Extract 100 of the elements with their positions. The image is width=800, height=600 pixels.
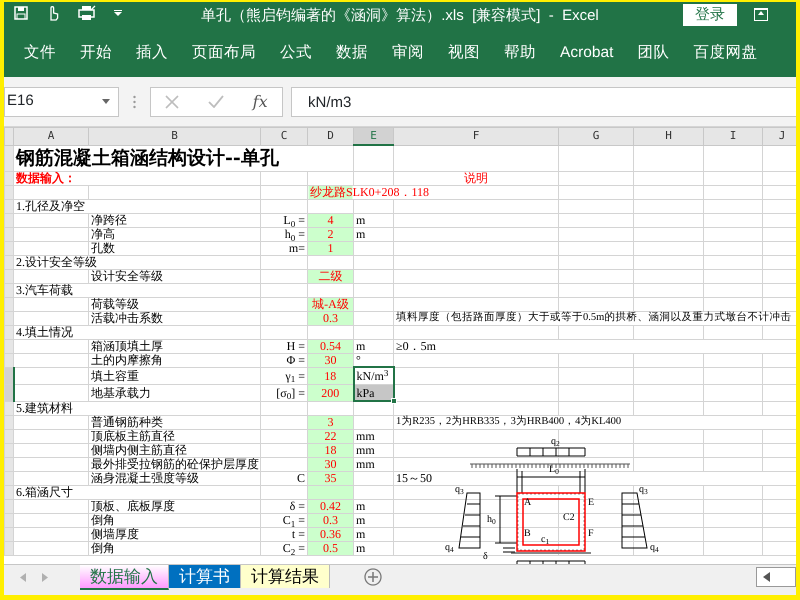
ribbon-tab[interactable]: 审阅 bbox=[380, 40, 436, 64]
symbol-label: δ = bbox=[260, 499, 308, 514]
diagram-label: C2 bbox=[563, 512, 575, 523]
parameter-name: 倒角 bbox=[88, 541, 260, 556]
name-box[interactable]: E16 bbox=[4, 86, 119, 117]
parameter-name: 地基承载力 bbox=[88, 384, 260, 402]
input-value: 4 bbox=[308, 213, 354, 228]
ribbon-tab[interactable]: 插入 bbox=[124, 40, 180, 64]
input-value: 200 bbox=[308, 384, 354, 402]
ribbon-tab[interactable]: 数据 bbox=[324, 40, 380, 64]
ribbon-tab[interactable]: 百度网盘 bbox=[681, 40, 770, 64]
column-header[interactable]: F bbox=[394, 127, 558, 146]
column-header[interactable]: J bbox=[762, 127, 796, 146]
insert-function-button[interactable]: fx bbox=[252, 90, 268, 114]
unit-label: kN/m$^{3}$ bbox=[354, 367, 394, 384]
parameter-name: 顶底板主筋直径 bbox=[88, 429, 260, 444]
symbol-label: C$_{2}$ = bbox=[260, 541, 308, 556]
input-value: 0.36 bbox=[308, 527, 354, 542]
symbol-label: C$_{1}$ = bbox=[260, 513, 308, 528]
input-value: 0.42 bbox=[308, 499, 354, 514]
sheet-tab[interactable]: 计算结果 bbox=[241, 565, 330, 588]
unit-label: m bbox=[354, 213, 394, 228]
column-header[interactable]: I bbox=[704, 127, 762, 146]
sheet-tab[interactable]: 计算书 bbox=[169, 565, 241, 588]
ribbon-tab[interactable]: 开始 bbox=[68, 40, 124, 64]
section-heading: 3.汽车荷载 bbox=[14, 283, 260, 298]
diagram-label: q$_{2}$ bbox=[551, 436, 560, 447]
input-value: 0.3 bbox=[308, 513, 354, 528]
unit-label: m bbox=[354, 541, 394, 556]
column-header[interactable]: E bbox=[354, 127, 394, 146]
diagram-label: E bbox=[588, 498, 594, 508]
notes-heading: 说明 bbox=[394, 171, 558, 186]
formula-input[interactable]: kN/m3 bbox=[291, 86, 796, 117]
parameter-name: 涵身混凝土强度等级 bbox=[88, 471, 260, 486]
caret-icon[interactable] bbox=[102, 99, 110, 104]
input-value: 22 bbox=[308, 429, 354, 444]
input-value: 二级 bbox=[308, 269, 354, 284]
input-value: 0.54 bbox=[308, 339, 354, 354]
column-header[interactable]: A bbox=[14, 127, 88, 146]
sheet-title: 钢筋混凝土箱涵结构设计--单孔 bbox=[14, 145, 354, 172]
parameter-name: 活载冲击系数 bbox=[88, 311, 260, 326]
column-header[interactable]: C bbox=[260, 127, 308, 146]
unit-label: m bbox=[354, 527, 394, 542]
ribbon-tab[interactable]: 公式 bbox=[268, 40, 324, 64]
diagram-label: q$_{4}$ bbox=[445, 542, 454, 553]
symbol-label: H = bbox=[260, 339, 308, 354]
symbol-label: Φ = bbox=[260, 353, 308, 368]
ribbon-tab[interactable]: 视图 bbox=[436, 40, 492, 64]
input-value: 18 bbox=[308, 443, 354, 458]
input-heading: 数据输入： bbox=[14, 171, 260, 186]
diagram-label: A bbox=[524, 498, 532, 508]
diagram-label: L$_{0}$ bbox=[549, 464, 559, 475]
unit-label: m bbox=[354, 227, 394, 242]
column-header[interactable]: B bbox=[88, 127, 260, 146]
parameter-name: 设计安全等级 bbox=[88, 269, 260, 284]
section-heading: 1.孔径及净空 bbox=[14, 199, 260, 214]
diagram-label: q$_{3}$ bbox=[639, 484, 648, 495]
input-value: 3 bbox=[308, 415, 354, 430]
input-value: 0.3 bbox=[308, 311, 354, 326]
diagram-label: c$_{1}$ bbox=[541, 534, 550, 545]
input-value: 0.5 bbox=[308, 541, 354, 556]
unit-label: m bbox=[354, 339, 394, 354]
column-header[interactable]: H bbox=[634, 127, 704, 146]
horizontal-scrollbar[interactable] bbox=[756, 567, 796, 588]
unit-label: mm bbox=[354, 457, 394, 472]
note-text: 填料厚度（包括路面厚度）大于或等于0.5m的拱桥、涵洞以及重力式墩台不计冲击 bbox=[394, 311, 796, 326]
ribbon-tab[interactable]: 团队 bbox=[625, 40, 682, 64]
sheet-tab[interactable]: 数据输入 bbox=[80, 565, 169, 590]
save-icon[interactable] bbox=[14, 6, 28, 20]
ribbon-tab[interactable]: Acrobat bbox=[548, 40, 626, 64]
ribbon-tab[interactable]: 帮助 bbox=[492, 40, 548, 64]
diagram-label: q$_{4}$ bbox=[650, 542, 659, 553]
input-value: 30 bbox=[308, 353, 354, 368]
section-heading: 6.箱涵尺寸 bbox=[14, 485, 260, 500]
column-header[interactable]: G bbox=[558, 127, 634, 146]
station-label: 纱龙路SLK0+208．118 bbox=[308, 185, 558, 200]
ribbon-tab[interactable]: 文件 bbox=[12, 40, 68, 64]
parameter-name: 净跨径 bbox=[88, 213, 260, 228]
vertical-dots-icon[interactable] bbox=[133, 94, 136, 109]
check-icon[interactable] bbox=[208, 95, 224, 108]
printer-icon[interactable] bbox=[78, 5, 96, 21]
parameter-name: 净高 bbox=[88, 227, 260, 242]
unit-label: m bbox=[354, 499, 394, 514]
ribbon-tab[interactable]: 页面布局 bbox=[180, 40, 268, 64]
parameter-name: 填土容重 bbox=[88, 367, 260, 384]
diagram-label: F bbox=[588, 528, 594, 539]
diagram-label: h$_{0}$ bbox=[487, 514, 496, 525]
login-button[interactable]: 登录 bbox=[683, 4, 737, 26]
scroll-left-icon[interactable] bbox=[763, 572, 770, 582]
section-heading: 4.填土情况 bbox=[14, 325, 260, 340]
add-sheet-icon[interactable] bbox=[364, 568, 382, 586]
parameter-name: 侧墙厚度 bbox=[88, 527, 260, 542]
input-value: 城-A级 bbox=[308, 297, 354, 312]
column-header[interactable]: D bbox=[308, 127, 354, 146]
section-heading: 2.设计安全等级 bbox=[14, 255, 260, 270]
parameter-name: 荷载等级 bbox=[88, 297, 260, 312]
symbol-label: m= bbox=[260, 241, 308, 256]
input-value: 35 bbox=[308, 471, 354, 486]
caret-icon[interactable] bbox=[114, 10, 122, 16]
unit-label: mm bbox=[354, 429, 394, 444]
